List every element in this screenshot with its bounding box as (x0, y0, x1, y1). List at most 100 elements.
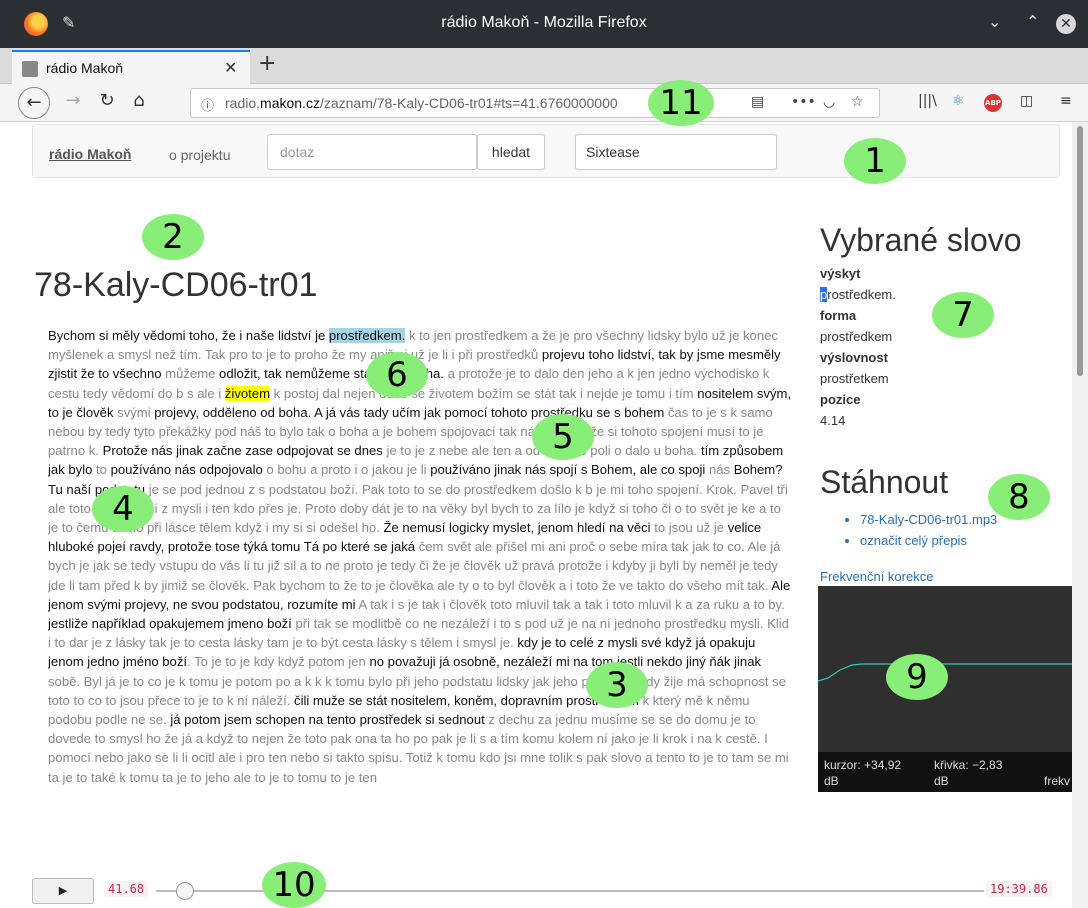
transcript-word-span[interactable]: používáno jinak nás spojí s Bohem, ale c… (430, 462, 705, 477)
cursor-unit: dB (824, 774, 839, 788)
reload-icon[interactable]: ↻ (94, 90, 120, 111)
callout-2: 2 (142, 214, 204, 260)
transcript-word-span[interactable]: tak i toto mluvil k a za ruku a to by. (581, 597, 785, 612)
speaker-select[interactable]: Sixtease (575, 134, 777, 170)
position-value: 4.14 (820, 413, 846, 428)
home-icon[interactable]: ⌂ (126, 90, 152, 111)
callout-8: 8 (988, 474, 1050, 520)
callout-9: 9 (886, 654, 948, 700)
freq-readout: frekv (1044, 774, 1071, 788)
transcript-word-span[interactable]: ne nezá (423, 616, 470, 631)
react-devtools-icon[interactable]: ⚛ (952, 93, 965, 109)
transcript-word-span[interactable]: A tak i s je tak i člověk toto m (356, 597, 527, 612)
transcript-text[interactable]: Bychom si měly vědomi toho, že i naše li… (48, 326, 792, 874)
pocket-icon[interactable]: ◡ (823, 94, 835, 110)
transcript-word-span[interactable]: ro to je to pro (236, 347, 313, 362)
window-close-icon[interactable]: ✕ (1056, 14, 1076, 34)
transcript-word-span[interactable]: můžeme (165, 366, 219, 381)
tab-radio-makon[interactable]: rádio Makoň ✕ (12, 50, 250, 84)
window-titlebar: ✎ rádio Makoň - Mozilla Firefox ⌄ ⌃ ✕ (0, 0, 1088, 48)
callout-4: 4 (92, 486, 154, 532)
position-label: pozice (820, 392, 861, 407)
brand-link[interactable]: rádio Makoň (49, 146, 131, 162)
about-link[interactable]: o projektu (169, 147, 230, 163)
transcript-word-span[interactable]: nás (705, 462, 733, 477)
transcript-word-span[interactable]: životem (224, 385, 270, 401)
selected-word-panel: Vybrané slovo výskyt prostředkem. forma … (820, 222, 1022, 431)
pronunciation-label: výslovnost (820, 350, 888, 365)
transcript-word-span[interactable]: Že nemusí logicky myslet, jenom hledí na… (383, 520, 650, 535)
transcript-word-span[interactable]: . To je to je kdy když potom jen (187, 654, 369, 669)
search-input[interactable]: dotaz (267, 134, 477, 170)
callout-10: 10 (262, 862, 326, 908)
url-bar[interactable]: ⓘ radio.makon.cz/zaznam/78-Kaly-CD06-tr0… (190, 88, 880, 118)
scrollbar-thumb[interactable] (1077, 126, 1083, 376)
transcript-word-span[interactable]: používáno nás odpojovalo (111, 462, 263, 477)
new-tab-icon[interactable]: + (258, 51, 276, 76)
favicon-icon (22, 61, 38, 77)
transcript-word-span[interactable]: svými (117, 405, 154, 420)
seek-knob[interactable] (175, 882, 194, 900)
duration-time: 19:39.86 (986, 881, 1052, 897)
url-text[interactable]: radio.makon.cz/zaznam/78-Kaly-CD06-tr01#… (225, 95, 675, 111)
equalizer-panel[interactable]: kurzor: +34,92 dB křivka: −2,83 dB frekv (818, 586, 1072, 792)
tab-label: rádio Makoň (46, 60, 124, 76)
download-heading: Stáhnout (820, 464, 949, 500)
callout-11: 11 (648, 80, 714, 126)
play-button[interactable]: ▶ (32, 878, 94, 904)
adblock-icon[interactable]: ABP (984, 94, 1002, 112)
download-panel: Stáhnout 78-Kaly-CD06-tr01.mp3 označit c… (820, 464, 997, 551)
maximize-icon[interactable]: ⌃ (1026, 12, 1039, 31)
info-icon[interactable]: ⓘ (201, 95, 214, 114)
transcript-word-span[interactable]: projevy, odděleno od boha. A já vás tady… (154, 405, 664, 420)
callout-5: 5 (532, 414, 594, 460)
transcript-word-span[interactable]: jestliže například opakujemem jmeno boží (48, 616, 292, 631)
site-navbar: rádio Makoň o projektu dotaz hledat Sixt… (32, 124, 1060, 178)
transcript-word-span[interactable]: k postoj dal nejen duše se životem božím… (270, 386, 697, 401)
pronunciation-value: prostřetkem (820, 371, 889, 386)
search-button[interactable]: hledat (477, 134, 545, 170)
callout-3: 3 (586, 662, 648, 708)
reader-view-icon[interactable]: ▤ (751, 94, 764, 110)
vertical-scrollbar[interactable] (1072, 122, 1088, 908)
current-time: 41.68 (104, 881, 149, 897)
back-arrow-icon[interactable]: ← (18, 87, 50, 119)
nav-toolbar: ← → ↻ ⌂ ⓘ radio.makon.cz/zaznam/78-Kaly-… (0, 84, 1088, 122)
cursor-readout: kurzor: +34,92 (824, 758, 902, 772)
transcript-word-span[interactable]: luvil tak a (527, 597, 582, 612)
transcript-word-span[interactable]: o bohu a proto i o jakou je li (263, 462, 430, 477)
occurrence-value: prostředkem. (820, 287, 896, 302)
forward-arrow-icon[interactable]: → (60, 90, 86, 111)
minimize-icon[interactable]: ⌄ (988, 12, 1001, 31)
occurrence-label: výskyt (820, 266, 861, 281)
bookmark-star-icon[interactable]: ☆ (851, 94, 864, 110)
transcript-word-span[interactable]: při tak se modlitbě co (292, 616, 423, 631)
form-value: prostředkem (820, 329, 893, 344)
transcript-word-span[interactable]: to (96, 462, 111, 477)
transcript-word-span[interactable]: prostředkem. (328, 328, 406, 343)
callout-6: 6 (366, 352, 428, 398)
hamburger-menu-icon[interactable]: ≡ (1060, 93, 1072, 109)
transcript-word-span[interactable]: čas to je s k sa (664, 405, 755, 420)
sidebar-toggle-icon[interactable]: ◫ (1020, 93, 1033, 109)
transcript-word-span[interactable]: Bychom si měly vědomi toho, že i naše li… (48, 328, 329, 343)
transcript-word-span[interactable]: Protože nás jinak začne zase odpojovat s… (103, 443, 383, 458)
frequency-correction-link[interactable]: Frekvenční korekce (820, 569, 933, 584)
transcript-word-span[interactable]: to jsou už je (651, 520, 728, 535)
transcript-word-span[interactable]: no považuji já osobně, nezáleží mi na to… (369, 654, 761, 669)
callout-7: 7 (932, 292, 994, 338)
curve-unit: dB (934, 774, 949, 788)
page-actions-icon[interactable]: ••• (791, 94, 816, 110)
download-mp3-link[interactable]: 78-Kaly-CD06-tr01.mp3 (860, 509, 997, 530)
window-title: rádio Makoň - Mozilla Firefox (441, 14, 647, 31)
select-transcript-link[interactable]: označit celý přepis (860, 530, 997, 551)
tab-strip: rádio Makoň ✕ + (0, 48, 1088, 84)
library-icon[interactable]: |||\ (918, 93, 937, 109)
tab-close-icon[interactable]: ✕ (224, 58, 237, 77)
page-title: 78-Kaly-CD06-tr01 (34, 266, 318, 304)
transcript-word-span[interactable]: já potom jsem schopen na tento prostřede… (170, 712, 484, 727)
audio-player: ▶ 41.68 19:39.86 (0, 874, 1072, 908)
callout-1: 1 (844, 138, 906, 184)
transcript-word-span[interactable]: ho že my aniž si už je li i při prostřed… (313, 347, 542, 362)
transcript-word-span[interactable]: čili muže se stát nositelem, koněm, dopr… (294, 693, 639, 708)
